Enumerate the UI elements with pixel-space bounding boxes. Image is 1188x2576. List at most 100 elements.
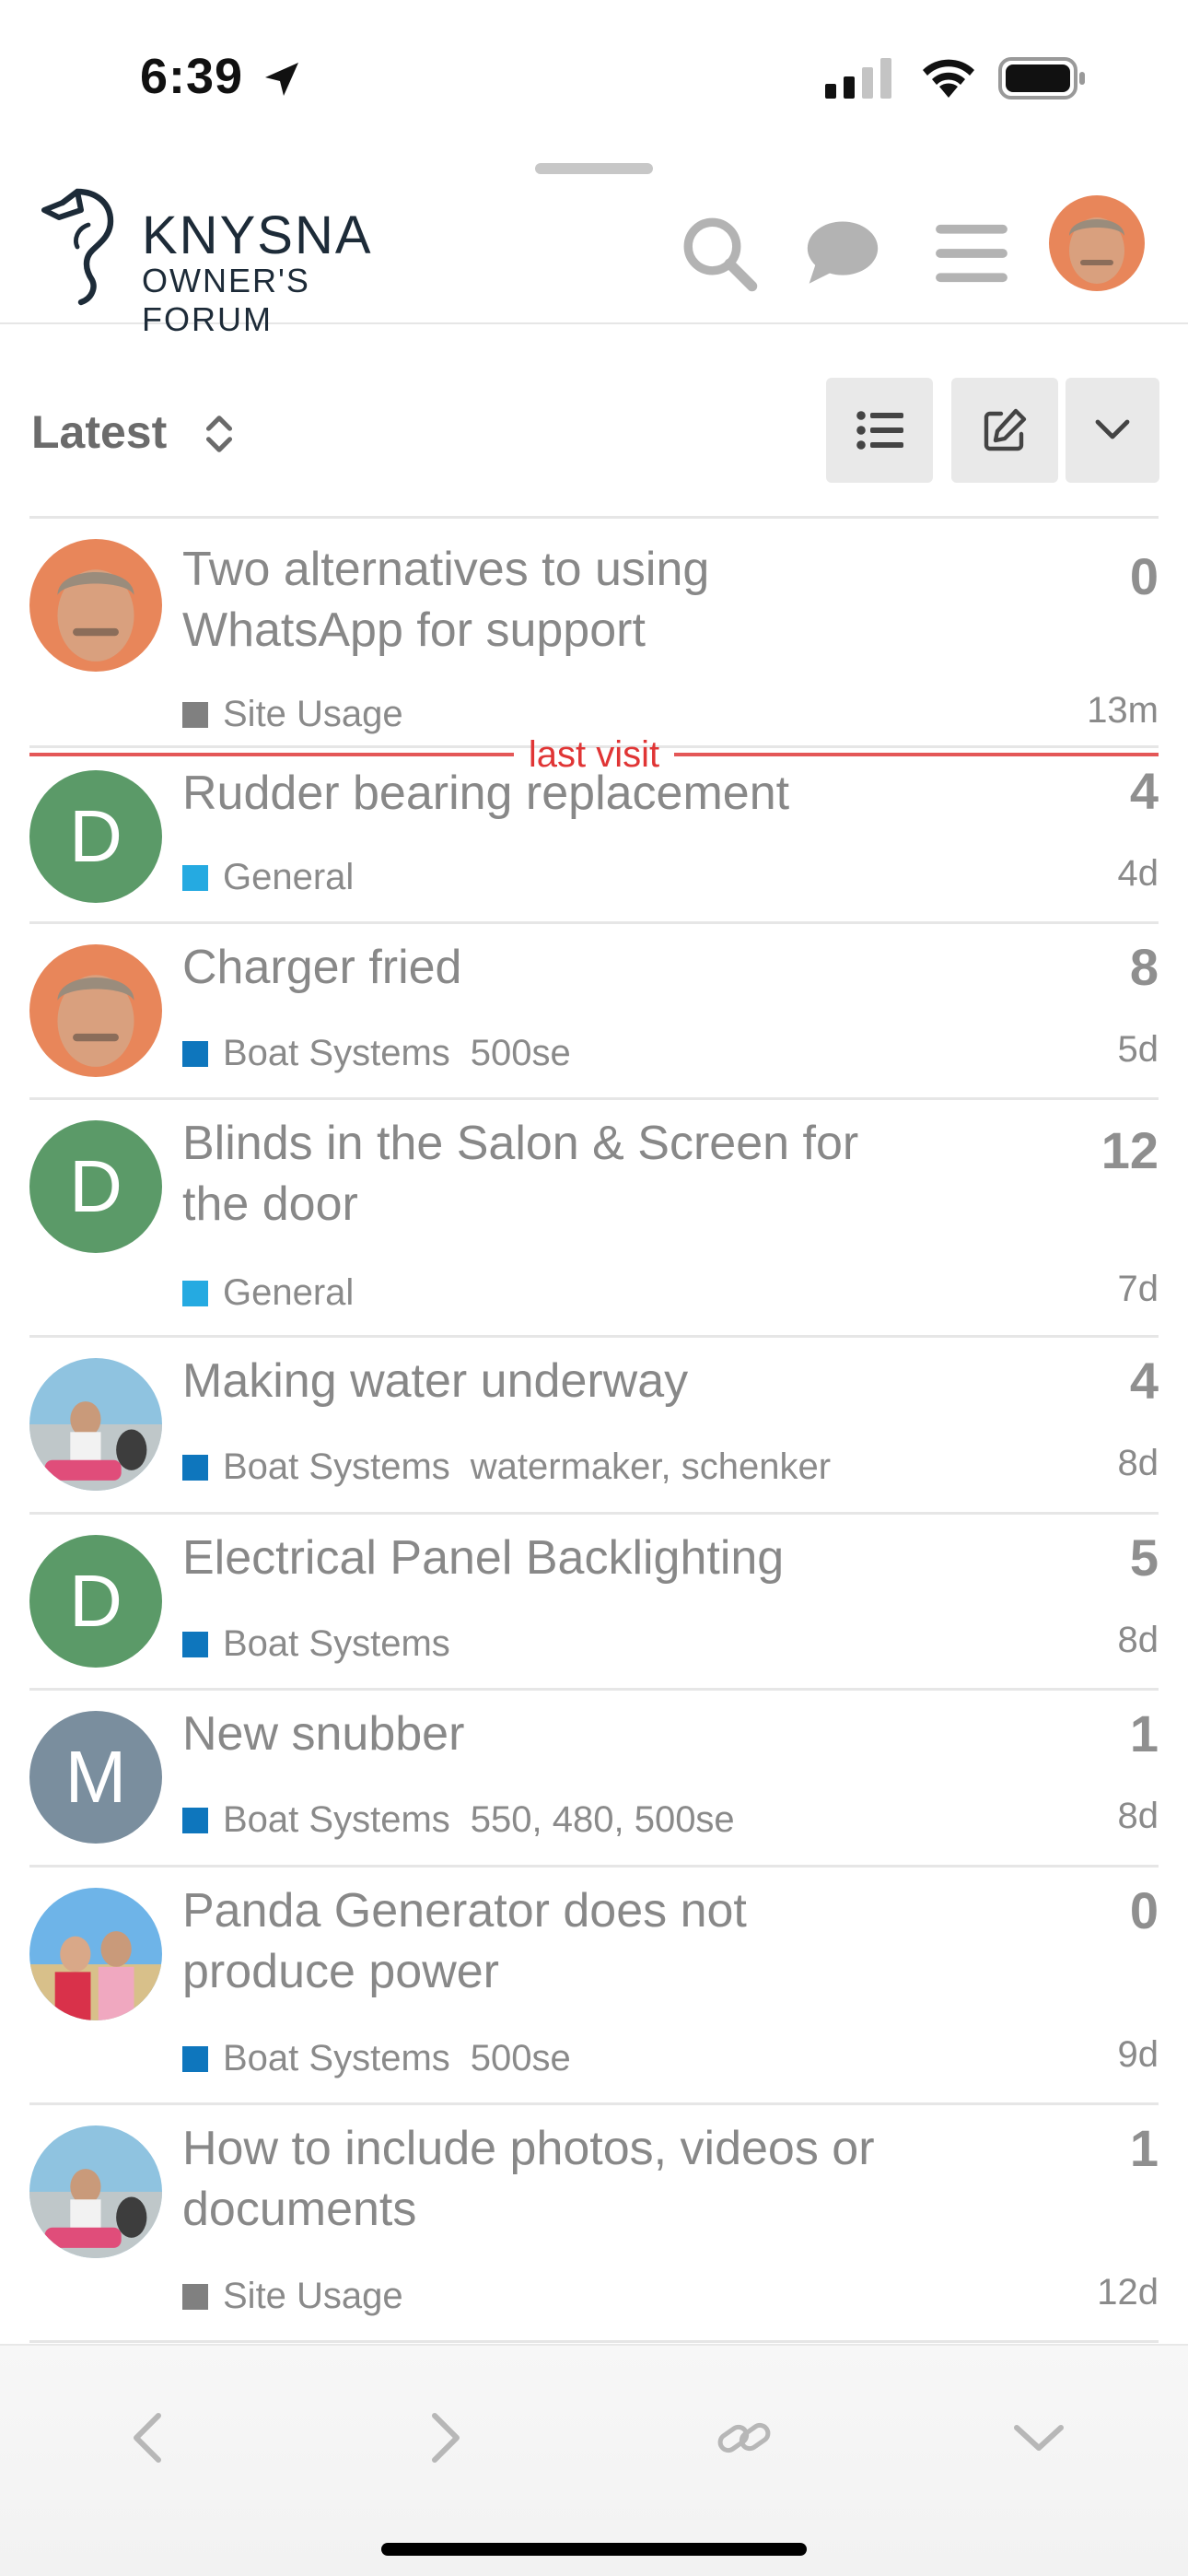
topic-row[interactable]: Charger fried 8 Boat Systems 500se 5d: [29, 924, 1159, 1100]
search-icon: [683, 217, 758, 292]
sort-chevron-icon[interactable]: [201, 411, 238, 457]
home-indicator[interactable]: [381, 2543, 807, 2556]
category-color-badge: [182, 1807, 208, 1833]
collapse-button[interactable]: [1002, 2401, 1076, 2475]
topic-avatar[interactable]: D: [29, 1120, 162, 1253]
topic-category[interactable]: Boat Systems 500se: [182, 1033, 571, 1074]
site-header: KNYSNA OWNER'S FORUM: [0, 177, 1188, 338]
chevron-down-icon: [1014, 2425, 1064, 2451]
activity-age[interactable]: 8d: [1118, 1443, 1159, 1484]
reply-count[interactable]: 1: [1130, 2118, 1159, 2178]
topic-row[interactable]: Making water underway 4 Boat Systems wat…: [29, 1338, 1159, 1515]
topic-row[interactable]: M New snubber 1 Boat Systems 550, 480, 5…: [29, 1691, 1159, 1868]
latest-filter-label[interactable]: Latest: [31, 405, 167, 459]
back-button[interactable]: [111, 2401, 184, 2475]
topic-nav-row: Latest: [0, 378, 1188, 486]
topic-row[interactable]: D Blinds in the Salon & Screen for the d…: [29, 1100, 1159, 1338]
site-logo[interactable]: KNYSNA OWNER'S FORUM: [41, 188, 446, 338]
topic-avatar[interactable]: [29, 539, 162, 672]
chat-button[interactable]: [801, 212, 884, 295]
hamburger-menu-button[interactable]: [930, 212, 1013, 295]
hamburger-menu-icon: [936, 224, 1007, 283]
topic-avatar[interactable]: D: [29, 1535, 162, 1668]
topic-tags[interactable]: 500se: [471, 1033, 571, 1074]
user-avatar[interactable]: [1049, 195, 1145, 291]
topic-title[interactable]: New snubber: [182, 1704, 974, 1764]
reply-count[interactable]: 8: [1130, 937, 1159, 997]
topic-title[interactable]: How to include photos, videos or documen…: [182, 2118, 974, 2240]
category-name: Site Usage: [223, 2276, 403, 2316]
category-name: Boat Systems: [223, 1799, 450, 1840]
topic-tags[interactable]: 550, 480, 500se: [471, 1799, 735, 1841]
last-visit-label: last visit: [528, 733, 660, 775]
cellular-signal-icon: [825, 58, 891, 99]
location-arrow-icon: [265, 63, 298, 96]
topic-category[interactable]: Boat Systems: [182, 1623, 450, 1665]
activity-age[interactable]: 12d: [1097, 2272, 1159, 2313]
topic-avatar[interactable]: D: [29, 770, 162, 903]
topic-title[interactable]: Panda Generator does not produce power: [182, 1880, 974, 2002]
status-time: 6:39: [140, 49, 244, 104]
category-color-badge: [182, 1631, 208, 1657]
avatar-letter: M: [64, 1736, 127, 1818]
category-name: General: [223, 857, 355, 897]
sheet-grabber[interactable]: [535, 163, 653, 174]
topic-title[interactable]: Charger fried: [182, 937, 974, 998]
topic-tags[interactable]: 500se: [471, 2038, 571, 2079]
topic-category[interactable]: Boat Systems watermaker, schenker: [182, 1446, 831, 1488]
activity-age[interactable]: 8d: [1118, 1620, 1159, 1661]
reply-count[interactable]: 0: [1130, 1880, 1159, 1940]
topic-avatar[interactable]: [29, 944, 162, 1077]
topic-row[interactable]: Two alternatives to using WhatsApp for s…: [29, 519, 1159, 748]
topic-avatar[interactable]: M: [29, 1711, 162, 1844]
activity-age[interactable]: 9d: [1118, 2034, 1159, 2076]
category-color-badge: [182, 2045, 208, 2072]
topic-category[interactable]: General: [182, 857, 354, 898]
category-color-badge: [182, 1454, 208, 1481]
topic-category[interactable]: Site Usage: [182, 2276, 403, 2317]
topic-tags[interactable]: watermaker, schenker: [471, 1446, 831, 1488]
search-button[interactable]: [678, 212, 761, 295]
topic-category[interactable]: Boat Systems 500se: [182, 2038, 571, 2079]
topic-title[interactable]: Making water underway: [182, 1351, 974, 1411]
topic-title[interactable]: Electrical Panel Backlighting: [182, 1528, 974, 1588]
reply-count[interactable]: 12: [1101, 1120, 1159, 1180]
category-color-badge: [182, 864, 208, 891]
reply-count[interactable]: 0: [1130, 546, 1159, 606]
share-link-button[interactable]: [707, 2401, 781, 2475]
reply-count[interactable]: 5: [1130, 1528, 1159, 1587]
user-photo: [29, 2125, 162, 2258]
category-color-badge: [182, 701, 208, 728]
category-name: Boat Systems: [223, 1446, 450, 1487]
activity-age[interactable]: 7d: [1118, 1269, 1159, 1310]
seahorse-logo-icon: [41, 188, 114, 306]
activity-age[interactable]: 13m: [1087, 690, 1159, 732]
activity-age[interactable]: 8d: [1118, 1796, 1159, 1837]
category-name: Boat Systems: [223, 1623, 450, 1664]
logo-subtitle: OWNER'S FORUM: [142, 262, 310, 338]
new-topic-button[interactable]: [951, 378, 1058, 483]
topic-title[interactable]: Blinds in the Salon & Screen for the doo…: [182, 1113, 974, 1235]
activity-age[interactable]: 5d: [1118, 1029, 1159, 1071]
more-options-button[interactable]: [1066, 378, 1159, 483]
topic-avatar[interactable]: [29, 1888, 162, 2020]
topic-category[interactable]: General: [182, 1272, 354, 1314]
category-name: Boat Systems: [223, 1033, 450, 1073]
reply-count[interactable]: 1: [1130, 1704, 1159, 1763]
topic-title[interactable]: Two alternatives to using WhatsApp for s…: [182, 539, 974, 661]
topic-avatar[interactable]: [29, 2125, 162, 2258]
topic-row[interactable]: How to include photos, videos or documen…: [29, 2105, 1159, 2343]
topic-category[interactable]: Site Usage: [182, 694, 403, 735]
topic-category[interactable]: Boat Systems 550, 480, 500se: [182, 1799, 735, 1841]
forward-button[interactable]: [409, 2401, 483, 2475]
topic-avatar[interactable]: [29, 1358, 162, 1491]
category-color-badge: [182, 2283, 208, 2310]
list-view-button[interactable]: [826, 378, 933, 483]
category-name: General: [223, 1272, 355, 1313]
activity-age[interactable]: 4d: [1118, 853, 1159, 895]
topic-row[interactable]: D Electrical Panel Backlighting 5 Boat S…: [29, 1515, 1159, 1691]
avatar-letter: D: [69, 1560, 122, 1642]
status-bar: 6:39: [0, 0, 1188, 147]
reply-count[interactable]: 4: [1130, 1351, 1159, 1411]
topic-row[interactable]: Panda Generator does not produce power 0…: [29, 1868, 1159, 2105]
